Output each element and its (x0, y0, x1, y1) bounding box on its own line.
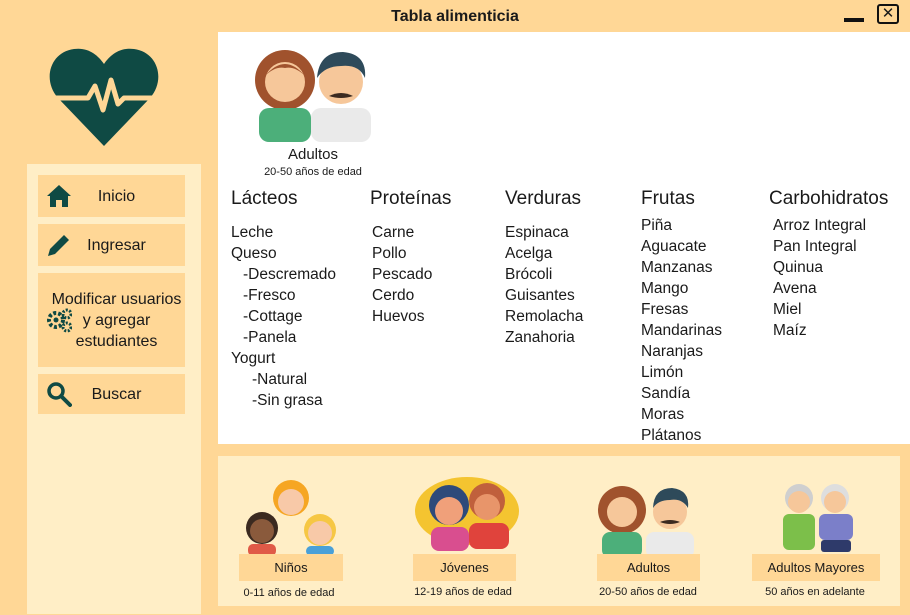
group-button-ninos[interactable]: Niños (239, 554, 343, 581)
column-title: Verduras (505, 188, 582, 209)
search-icon (47, 382, 72, 407)
group-sub: 50 años en adelante (765, 586, 865, 598)
group-button-adultos[interactable]: Adultos (597, 554, 700, 581)
list-item: -Natural (252, 371, 308, 388)
main-panel: Adultos 20-50 años de edad Lácteos Leche… (218, 32, 910, 444)
group-button-adultos-mayores[interactable]: Adultos Mayores (752, 554, 880, 581)
list-item: -Descremado (243, 266, 337, 283)
list-item: Sandía (641, 385, 691, 402)
column-verduras: Verduras Espinaca Acelga Brócoli Guisant… (505, 188, 583, 348)
column-lacteos: Lácteos Leche Queso -Descremado -Fresco … (231, 188, 336, 411)
list-item: Yogurt (231, 350, 276, 367)
age-groups-panel: Niños 0-11 años de edad Jóvenes 12-19 añ… (218, 456, 900, 606)
list-item: Pollo (372, 245, 407, 262)
list-item: Acelga (505, 245, 553, 262)
adults-illustration (598, 486, 694, 558)
list-item: Naranjas (641, 343, 704, 360)
sidebar-item-inicio[interactable]: Inicio (38, 175, 185, 217)
list-item: Mango (641, 280, 689, 297)
sidebar: Inicio Ingresar Modificar usuarios y agr… (27, 164, 201, 614)
list-item: Avena (773, 280, 817, 297)
column-frutas: Frutas Piña Aguacate Manzanas Mango Fres… (641, 188, 722, 444)
list-item: Moras (641, 406, 685, 423)
list-item: Manzanas (641, 259, 713, 276)
hero-label: Adultos (287, 146, 339, 163)
list-item: Leche (231, 224, 274, 241)
column-proteinas: Proteínas Carne Pollo Pescado Cerdo Huev… (370, 188, 451, 327)
sidebar-item-modificar[interactable]: Modificar usuarios y agregar estudiantes (38, 273, 185, 367)
sidebar-item-ingresar[interactable]: Ingresar (38, 224, 185, 266)
column-title: Carbohidratos (769, 188, 889, 209)
gears-icon (47, 308, 72, 333)
list-item: Pan Integral (773, 238, 857, 255)
list-item: Piña (641, 217, 673, 234)
list-item: Mandarinas (641, 322, 722, 339)
list-item: Carne (372, 224, 415, 241)
list-item: Miel (773, 301, 802, 318)
window-title: Tabla alimenticia (391, 8, 519, 25)
minimize-icon[interactable] (844, 18, 864, 22)
close-icon[interactable]: ✕ (877, 4, 899, 24)
list-item: -Cottage (243, 308, 303, 325)
list-item: Aguacate (641, 238, 707, 255)
list-item: Zanahoria (505, 329, 575, 346)
home-icon (47, 185, 71, 207)
column-carbohidratos: Carbohidratos Arroz Integral Pan Integra… (769, 188, 888, 341)
list-item: Fresas (641, 301, 689, 318)
group-button-jovenes[interactable]: Jóvenes (413, 554, 516, 581)
list-item: Cerdo (372, 287, 415, 304)
list-item: Pescado (372, 266, 433, 283)
list-item: Brócoli (505, 266, 553, 283)
column-title: Proteínas (370, 188, 452, 209)
list-item: -Panela (243, 329, 297, 346)
list-item: Huevos (372, 308, 425, 325)
group-sub: 0-11 años de edad (243, 587, 335, 599)
adults-illustration (253, 42, 377, 142)
list-item: Quinua (773, 259, 823, 276)
list-item: Limón (641, 364, 684, 381)
kids-illustration (246, 480, 336, 556)
list-item: Espinaca (505, 224, 569, 241)
group-sub: 12-19 años de edad (414, 586, 512, 598)
sidebar-item-buscar[interactable]: Buscar (38, 374, 185, 414)
list-item: Queso (231, 245, 277, 262)
group-sub: 20-50 años de edad (599, 586, 697, 598)
list-item: Arroz Integral (773, 217, 867, 234)
list-item: Maíz (773, 322, 807, 339)
list-item: -Sin grasa (252, 392, 323, 409)
column-title: Frutas (641, 188, 695, 209)
seniors-illustration (783, 484, 853, 552)
list-item: Remolacha (505, 308, 584, 325)
list-item: Plátanos (641, 427, 702, 444)
list-item: -Fresco (243, 287, 296, 304)
column-title: Lácteos (231, 188, 298, 209)
pencil-icon (48, 235, 69, 256)
list-item: Guisantes (505, 287, 575, 304)
hero-sub: 20-50 años de edad (264, 166, 362, 178)
teens-illustration (415, 477, 519, 551)
heart-pulse-logo (49, 48, 159, 146)
